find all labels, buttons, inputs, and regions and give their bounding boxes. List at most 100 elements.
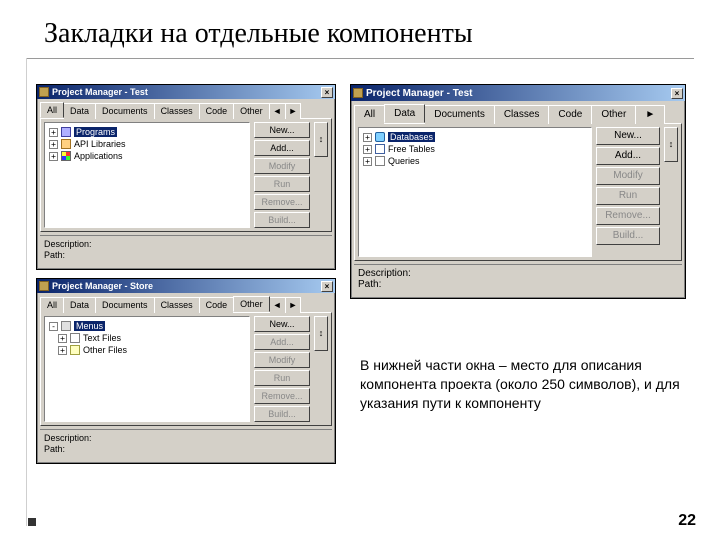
tree-item[interactable]: Menus: [74, 321, 105, 331]
tab-other[interactable]: Other: [591, 105, 636, 124]
description-panel: Description: Path:: [40, 235, 332, 266]
tab-code[interactable]: Code: [548, 105, 592, 124]
tree-item[interactable]: Applications: [74, 151, 123, 161]
tree-item[interactable]: Databases: [388, 132, 435, 142]
expand-icon[interactable]: +: [58, 334, 67, 343]
tab-scroll-left[interactable]: ◄: [269, 297, 286, 313]
collapse-button[interactable]: ↕: [314, 316, 328, 351]
divider: [26, 58, 694, 59]
project-manager-window-3: Project Manager - Test × All Data Docume…: [350, 84, 686, 299]
tab-classes[interactable]: Classes: [154, 297, 200, 313]
titlebar[interactable]: Project Manager - Store ×: [37, 279, 335, 293]
modify-button[interactable]: Modify: [254, 158, 310, 174]
tab-data[interactable]: Data: [63, 103, 96, 119]
button-column: New... Add... Modify Run Remove... Build…: [596, 127, 660, 257]
project-tree[interactable]: - Menus + Text Files + Other Files: [44, 316, 250, 422]
window-title: Project Manager - Store: [52, 281, 320, 291]
app-icon: [353, 88, 363, 98]
tab-documents[interactable]: Documents: [95, 103, 155, 119]
titlebar[interactable]: Project Manager - Test ×: [37, 85, 335, 99]
tab-code[interactable]: Code: [199, 103, 235, 119]
button-column: New... Add... Modify Run Remove... Build…: [254, 122, 310, 228]
project-tree[interactable]: + Programs + API Libraries + Applications: [44, 122, 250, 228]
expand-icon[interactable]: +: [363, 157, 372, 166]
close-button[interactable]: ×: [321, 87, 333, 98]
queries-icon: [375, 156, 385, 166]
app-icon: [39, 281, 49, 291]
remove-button[interactable]: Remove...: [596, 207, 660, 225]
new-button[interactable]: New...: [596, 127, 660, 145]
run-button[interactable]: Run: [254, 370, 310, 386]
build-button[interactable]: Build...: [254, 406, 310, 422]
divider-vertical: [26, 58, 27, 526]
build-button[interactable]: Build...: [254, 212, 310, 228]
slide-caption: В нижней части окна – место для описания…: [360, 356, 680, 413]
collapse-icon[interactable]: -: [49, 322, 58, 331]
description-label: Description:: [44, 433, 328, 444]
api-icon: [61, 139, 71, 149]
close-button[interactable]: ×: [321, 281, 333, 292]
description-panel: Description: Path:: [354, 264, 682, 295]
tab-documents[interactable]: Documents: [95, 297, 155, 313]
tab-all[interactable]: All: [40, 297, 64, 313]
new-button[interactable]: New...: [254, 316, 310, 332]
expand-icon[interactable]: +: [49, 128, 58, 137]
tab-other[interactable]: Other: [233, 296, 270, 312]
database-icon: [375, 132, 385, 142]
modify-button[interactable]: Modify: [596, 167, 660, 185]
expand-icon[interactable]: +: [363, 133, 372, 142]
description-label: Description:: [44, 239, 328, 250]
tab-documents[interactable]: Documents: [424, 105, 495, 124]
tab-bar: All Data Documents Classes Code Other ►: [351, 101, 685, 123]
menus-icon: [61, 321, 71, 331]
tree-item[interactable]: Programs: [74, 127, 117, 137]
expand-icon[interactable]: +: [58, 346, 67, 355]
collapse-button[interactable]: ↕: [664, 127, 678, 162]
run-button[interactable]: Run: [254, 176, 310, 192]
tab-code[interactable]: Code: [199, 297, 235, 313]
tab-other[interactable]: Other: [233, 103, 270, 119]
add-button[interactable]: Add...: [596, 147, 660, 165]
otherfiles-icon: [70, 345, 80, 355]
modify-button[interactable]: Modify: [254, 352, 310, 368]
tab-classes[interactable]: Classes: [154, 103, 200, 119]
run-button[interactable]: Run: [596, 187, 660, 205]
new-button[interactable]: New...: [254, 122, 310, 138]
description-label: Description:: [358, 268, 678, 279]
tab-data[interactable]: Data: [384, 104, 425, 123]
tab-all[interactable]: All: [40, 102, 64, 118]
tab-data[interactable]: Data: [63, 297, 96, 313]
page-number: 22: [678, 512, 696, 530]
remove-button[interactable]: Remove...: [254, 388, 310, 404]
tab-classes[interactable]: Classes: [494, 105, 550, 124]
add-button[interactable]: Add...: [254, 140, 310, 156]
tree-item[interactable]: API Libraries: [74, 139, 126, 149]
titlebar[interactable]: Project Manager - Test ×: [351, 85, 685, 101]
tab-scroll-right[interactable]: ►: [635, 105, 665, 124]
window-title: Project Manager - Test: [52, 87, 320, 97]
close-button[interactable]: ×: [671, 88, 683, 99]
tab-all[interactable]: All: [354, 105, 385, 124]
expand-icon[interactable]: +: [49, 152, 58, 161]
tree-item[interactable]: Free Tables: [388, 144, 435, 154]
tree-item[interactable]: Text Files: [83, 333, 121, 343]
project-tree[interactable]: + Databases + Free Tables + Queries: [358, 127, 592, 257]
programs-icon: [61, 127, 71, 137]
tree-item[interactable]: Queries: [388, 156, 420, 166]
window-title: Project Manager - Test: [366, 88, 670, 99]
tab-scroll-right[interactable]: ►: [285, 297, 302, 313]
build-button[interactable]: Build...: [596, 227, 660, 245]
add-button[interactable]: Add...: [254, 334, 310, 350]
project-manager-window-1: Project Manager - Test × All Data Docume…: [36, 84, 336, 270]
freetables-icon: [375, 144, 385, 154]
expand-icon[interactable]: +: [363, 145, 372, 154]
textfiles-icon: [70, 333, 80, 343]
tab-bar: All Data Documents Classes Code Other ◄ …: [37, 99, 335, 118]
tab-scroll-left[interactable]: ◄: [269, 103, 286, 119]
collapse-button[interactable]: ↕: [314, 122, 328, 157]
footer-bullet: [28, 518, 36, 526]
remove-button[interactable]: Remove...: [254, 194, 310, 210]
tree-item[interactable]: Other Files: [83, 345, 127, 355]
expand-icon[interactable]: +: [49, 140, 58, 149]
tab-scroll-right[interactable]: ►: [285, 103, 302, 119]
